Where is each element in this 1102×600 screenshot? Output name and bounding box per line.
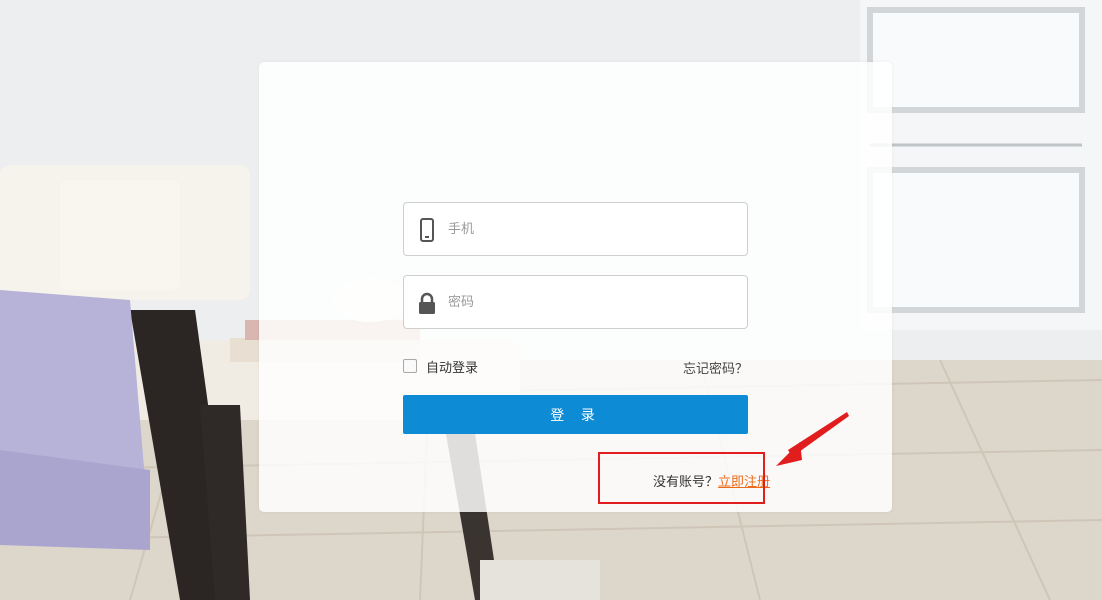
password-field[interactable] (403, 275, 748, 329)
phone-input[interactable] (448, 203, 738, 255)
lock-icon (416, 291, 438, 315)
red-arrow-icon (776, 412, 849, 466)
login-button[interactable]: 登 录 (403, 395, 748, 434)
remember-checkbox[interactable] (403, 359, 417, 373)
remember-me[interactable]: 自动登录 (403, 358, 479, 376)
blanket (0, 290, 150, 550)
mobile-phone-icon (416, 218, 438, 242)
annotation-highlight-box (598, 452, 765, 504)
window (860, 0, 1102, 330)
forgot-password-link[interactable]: 忘记密码？ (683, 358, 748, 377)
remember-label: 自动登录 (426, 360, 479, 376)
password-input[interactable] (448, 276, 738, 328)
phone-field[interactable] (403, 202, 748, 256)
